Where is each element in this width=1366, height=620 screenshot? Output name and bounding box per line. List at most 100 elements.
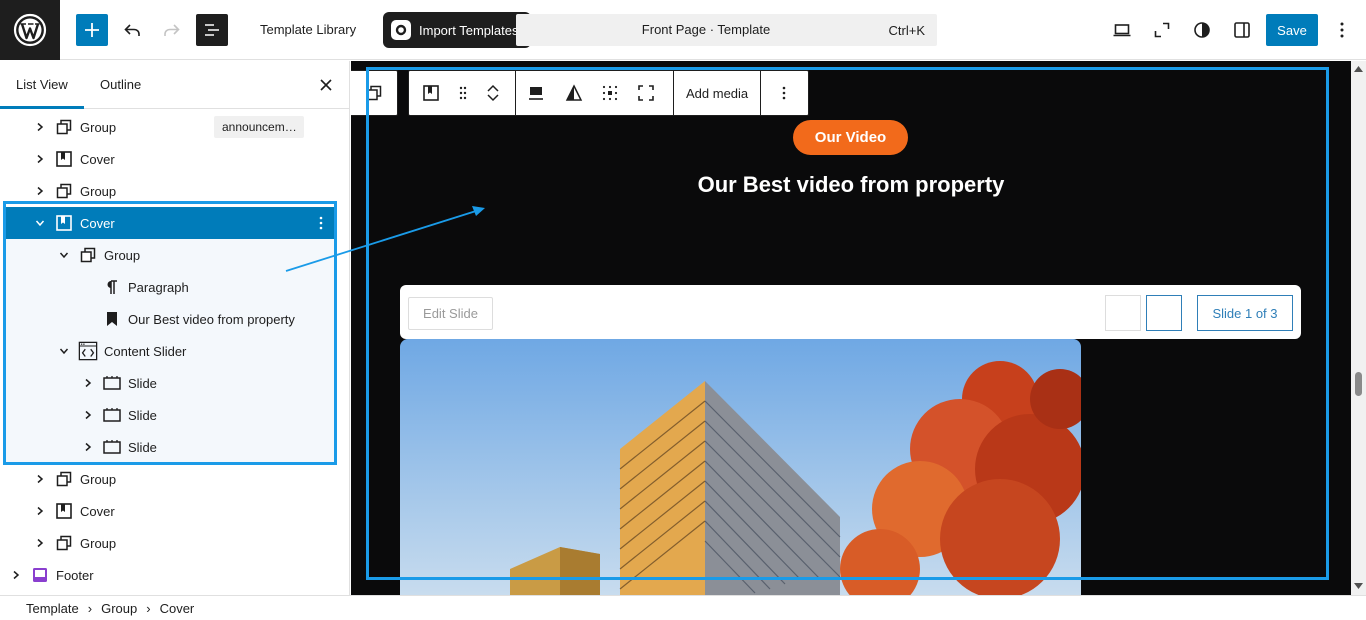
list-view-item-footer[interactable]: Footer (0, 559, 349, 591)
undo-button[interactable] (116, 14, 148, 46)
chevron-right-icon[interactable] (32, 151, 48, 167)
cover-icon (54, 149, 74, 169)
list-view-item-paragraph[interactable]: Paragraph (0, 271, 349, 303)
block-toolbar: Add media (351, 70, 810, 116)
chevron-down-icon[interactable] (32, 215, 48, 231)
list-view-sidebar: List View Outline Group announcem… Cover Gr… (0, 61, 350, 595)
zoom-out-button[interactable] (1146, 14, 1178, 46)
chevron-right-icon[interactable] (80, 407, 96, 423)
cover-headline[interactable]: Our Best video from property (351, 172, 1351, 198)
breadcrumb-item[interactable]: Group (101, 601, 137, 616)
list-view-item-label: Our Best video from property (128, 311, 295, 327)
slide-icon (102, 373, 122, 393)
settings-sidebar-button[interactable] (1226, 14, 1258, 46)
chevron-right-icon[interactable] (32, 503, 48, 519)
fullscreen-icon (638, 85, 654, 101)
chevron-right-icon[interactable] (32, 119, 48, 135)
close-sidebar-button[interactable] (314, 73, 338, 97)
slide-counter[interactable]: Slide 1 of 3 (1197, 295, 1293, 331)
list-view-item-slide[interactable]: Slide (0, 431, 349, 463)
drag-handle[interactable] (453, 71, 473, 115)
breadcrumb-separator-icon: › (87, 600, 93, 616)
parent-selector-segment (351, 70, 398, 116)
import-templates-button[interactable]: Import Templates (383, 12, 531, 48)
align-button[interactable] (516, 71, 556, 115)
command-center[interactable]: Front Page · Template Ctrl+K (516, 14, 937, 46)
canvas-scrollbar[interactable] (1351, 61, 1366, 595)
chevron-right-icon[interactable] (32, 471, 48, 487)
add-media-segment: Add media (674, 70, 762, 116)
list-view-item-group[interactable]: Group announcem… (0, 111, 349, 143)
redo-button[interactable] (156, 14, 188, 46)
duotone-button[interactable] (556, 71, 592, 115)
close-icon (320, 79, 332, 91)
chevron-right-icon[interactable] (80, 375, 96, 391)
tab-outline[interactable]: Outline (100, 77, 141, 92)
our-video-pill[interactable]: Our Video (793, 120, 908, 155)
wordpress-logo-button[interactable] (0, 0, 60, 60)
list-view-item-slide[interactable]: Slide (0, 367, 349, 399)
list-view-item-label: Slide (128, 407, 157, 423)
options-button[interactable] (1326, 14, 1358, 46)
sidebar-toggle-icon (1234, 22, 1250, 38)
chevron-right-icon[interactable] (8, 567, 24, 583)
document-overview-button[interactable] (196, 14, 228, 46)
chevron-right-icon[interactable] (80, 439, 96, 455)
chevron-right-icon[interactable] (32, 535, 48, 551)
redo-icon (164, 24, 180, 36)
import-templates-label: Import Templates (419, 22, 519, 38)
edit-slide-button[interactable]: Edit Slide (408, 297, 493, 330)
select-parent-button[interactable] (351, 71, 397, 115)
chevron-down-icon[interactable] (486, 93, 500, 103)
block-options-button[interactable] (761, 71, 807, 115)
chevron-down-icon[interactable] (56, 343, 72, 359)
list-view-item-cover[interactable]: Cover (0, 143, 349, 175)
content-position-button[interactable] (592, 71, 628, 115)
block-type-button[interactable] (409, 71, 453, 115)
list-view-item-group[interactable]: Group (0, 239, 349, 271)
tab-list-view[interactable]: List View (16, 77, 68, 92)
block-options-icon[interactable] (311, 213, 331, 233)
list-view-item-label: Group (80, 119, 117, 135)
cover-icon (54, 213, 74, 233)
list-view-item-cover[interactable]: Cover (0, 495, 349, 527)
editor-canvas[interactable]: Add media Our Video Our Best video from … (351, 61, 1351, 595)
list-view-item-our-best-video-from-property[interactable]: Our Best video from property (0, 303, 349, 335)
slide-icon (102, 437, 122, 457)
template-library-link[interactable]: Template Library (260, 22, 356, 37)
list-view-item-label: Footer (56, 567, 94, 583)
undo-icon (124, 24, 140, 36)
block-inserter-button[interactable] (76, 14, 108, 46)
slide-icon (102, 405, 122, 425)
breadcrumb-item[interactable]: Template (26, 601, 79, 616)
next-slide-button[interactable] (1146, 295, 1182, 331)
sidebar-tabs: List View Outline (0, 61, 350, 109)
styles-button[interactable] (1186, 14, 1218, 46)
chevron-down-icon[interactable] (56, 247, 72, 263)
list-view-item-label: Cover (80, 151, 115, 167)
add-media-button[interactable]: Add media (674, 86, 760, 101)
save-button[interactable]: Save (1266, 14, 1318, 46)
slider-controls-bar: Edit Slide Slide 1 of 3 (400, 285, 1301, 339)
list-view-item-group[interactable]: Group (0, 527, 349, 559)
list-view-item-group[interactable]: Group (0, 175, 349, 207)
scrollbar-thumb[interactable] (1355, 372, 1362, 396)
list-view-item-content-slider[interactable]: Content Slider (0, 335, 349, 367)
list-view-item-group[interactable]: Group (0, 463, 349, 495)
previous-slide-button[interactable] (1105, 295, 1141, 331)
full-height-button[interactable] (628, 71, 664, 115)
preview-device-button[interactable] (1106, 14, 1138, 46)
position-grid-icon (602, 85, 618, 101)
list-view-item-label: Group (80, 183, 117, 199)
scroll-up-arrow-icon[interactable] (1354, 64, 1363, 73)
chevron-up-icon[interactable] (486, 83, 500, 93)
wordpress-icon (13, 13, 47, 47)
scroll-down-arrow-icon[interactable] (1354, 581, 1363, 590)
move-buttons[interactable] (473, 71, 513, 115)
list-view-item-label: Paragraph (128, 279, 189, 295)
list-view-item-slide[interactable]: Slide (0, 399, 349, 431)
chevron-right-icon[interactable] (32, 183, 48, 199)
list-view-item-cover[interactable]: Cover (6, 207, 334, 239)
slide-image[interactable] (400, 339, 1081, 595)
list-view-item-label: Slide (128, 439, 157, 455)
